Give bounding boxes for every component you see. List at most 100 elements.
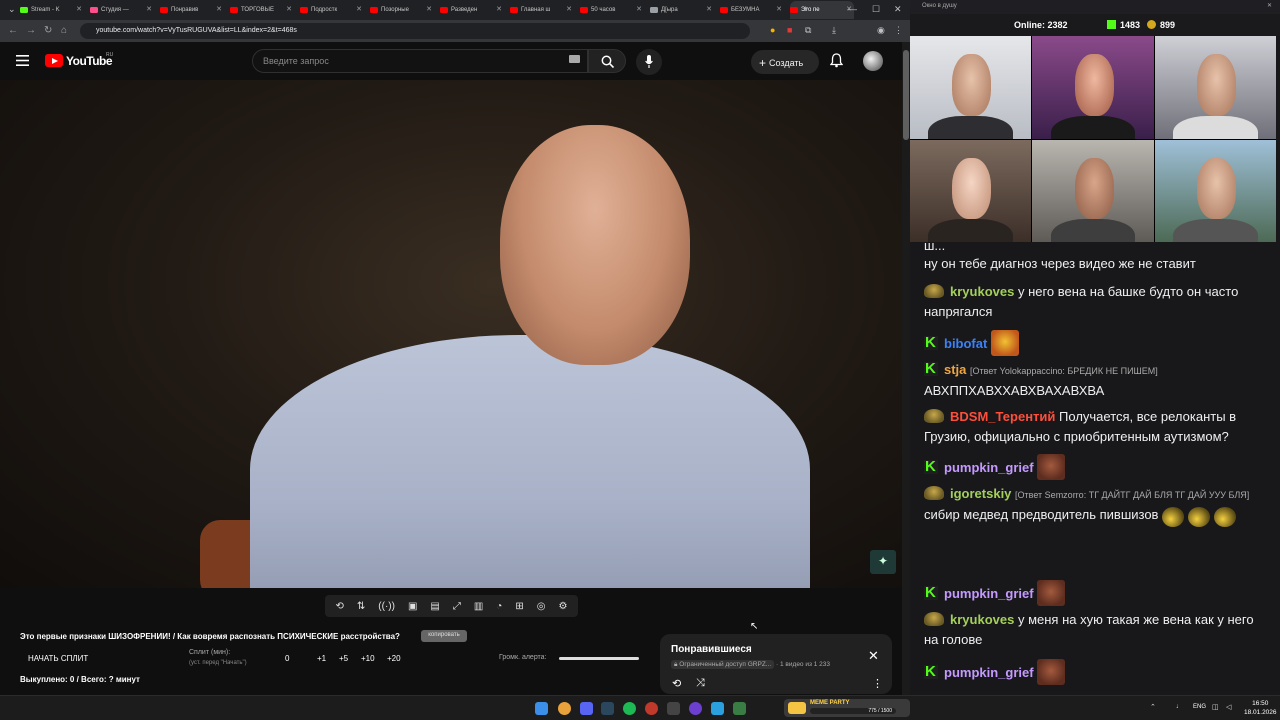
chat-reply-reference[interactable]: [Ответ Semzorro: ТГ ДАЙТГ ДАЙ БЛЯ ТГ ДАЙ… <box>1015 490 1249 500</box>
app-icon[interactable] <box>645 702 658 715</box>
chat-username[interactable]: kryukoves <box>950 284 1014 299</box>
page-scrollbar[interactable] <box>902 42 910 695</box>
chat-username[interactable]: pumpkin_grief <box>944 586 1034 601</box>
split-plus-1-button[interactable]: +1 <box>317 654 326 663</box>
forward-icon[interactable]: → <box>26 25 36 36</box>
more-options-icon[interactable]: ⋮ <box>872 677 883 690</box>
tab-close-icon[interactable]: ✕ <box>76 5 82 13</box>
browser-tab[interactable]: Позорные ✕ <box>370 1 434 19</box>
extension-icon[interactable]: ● <box>770 25 775 35</box>
home-icon[interactable]: ⌂ <box>61 25 67 36</box>
tab-close-icon[interactable]: ✕ <box>426 5 432 13</box>
start-icon[interactable] <box>535 702 548 715</box>
tab-close-icon[interactable]: ✕ <box>776 5 782 13</box>
scroll-thumb[interactable] <box>903 50 909 140</box>
maximize-icon[interactable]: ☐ <box>872 4 880 15</box>
tab-close-icon[interactable]: ✕ <box>706 5 712 13</box>
tab-close-icon[interactable]: ✕ <box>356 5 362 13</box>
video-player[interactable]: ✦ <box>0 80 902 588</box>
browser-tab[interactable]: Главная ш ✕ <box>510 1 574 19</box>
tab-close-icon[interactable]: ✕ <box>146 5 152 13</box>
volume-icon[interactable]: ◁ <box>1226 703 1231 711</box>
obs-icon[interactable] <box>667 702 680 715</box>
keyboard-icon[interactable] <box>569 55 580 63</box>
browser-tab[interactable]: Студия — ✕ <box>90 1 154 19</box>
preview-icon[interactable]: ▣ <box>408 601 417 612</box>
chat-username[interactable]: pumpkin_grief <box>944 460 1034 475</box>
youtube-logo-icon[interactable] <box>45 54 63 67</box>
broadcast-icon[interactable]: ((·)) <box>378 601 395 612</box>
overlay-close-icon[interactable]: ✕ <box>1267 2 1272 9</box>
chat-username[interactable]: bibofat <box>944 336 987 351</box>
back-icon[interactable]: ← <box>8 25 18 36</box>
tab-close-icon[interactable]: ✕ <box>566 5 572 13</box>
chat-username[interactable]: igoretskiy <box>950 486 1011 501</box>
extensions-icon[interactable]: ⧉ <box>805 25 811 36</box>
meme-party-widget[interactable]: MEME PARTY 775 / 1500 <box>784 699 910 717</box>
discord-icon[interactable] <box>580 702 593 715</box>
bell-icon[interactable] <box>830 53 843 68</box>
screenshot-icon[interactable]: ◎ <box>537 601 546 612</box>
browser-tab[interactable]: Stream - K ✕ <box>20 1 84 19</box>
clock[interactable]: 16:50 18.01.2026 <box>1244 699 1277 717</box>
profile-icon[interactable]: ◉ <box>877 25 885 36</box>
browser-tab[interactable]: Разведен ✕ <box>440 1 504 19</box>
reload-icon[interactable]: ↻ <box>44 25 52 36</box>
steam-icon[interactable] <box>601 702 614 715</box>
tab-search-icon[interactable]: ⌄ <box>8 4 16 15</box>
tray-chevron-icon[interactable]: ⌃ <box>1150 703 1156 711</box>
loop-icon[interactable]: ⟲ <box>336 601 344 612</box>
files-icon[interactable] <box>733 702 746 715</box>
speed-icon[interactable]: ◔ <box>496 601 502 612</box>
chat-username[interactable]: kryukoves <box>950 612 1014 627</box>
menu-icon[interactable] <box>16 55 29 66</box>
tab-close-icon[interactable]: ✕ <box>216 5 222 13</box>
clapper-icon[interactable]: ▤ <box>430 601 439 612</box>
playlist-title[interactable]: Понравившиеся <box>671 644 752 655</box>
chat-username[interactable]: BDSM_Терентий <box>950 409 1055 424</box>
alert-volume-slider[interactable] <box>559 657 639 660</box>
network-icon[interactable]: ◫ <box>1212 703 1219 711</box>
media-icon[interactable] <box>689 702 702 715</box>
playlist-loop-icon[interactable]: ⟲ <box>672 677 681 690</box>
sort-icon[interactable]: ⇅ <box>357 601 365 612</box>
tab-close-icon[interactable]: ✕ <box>496 5 502 13</box>
chat-username[interactable]: stja <box>944 362 966 377</box>
tab-close-icon[interactable]: ✕ <box>286 5 292 13</box>
browser-tab[interactable]: Это пе ✕ <box>790 1 854 19</box>
chat-username[interactable]: pumpkin_grief <box>944 665 1034 680</box>
chrome-icon[interactable] <box>558 702 571 715</box>
voice-search-button[interactable] <box>636 49 662 75</box>
tab-close-icon[interactable]: ✕ <box>636 5 642 13</box>
split-plus-20-button[interactable]: +20 <box>387 654 401 663</box>
download-icon[interactable]: ⤓ <box>832 25 836 36</box>
resize-icon[interactable]: ⤢ <box>453 601 461 612</box>
search-button[interactable] <box>588 49 626 73</box>
film-icon[interactable]: ▥ <box>474 601 483 612</box>
browser-tab[interactable]: ТОРГОВЫЕ ✕ <box>230 1 294 19</box>
start-split-button[interactable]: НАЧАТЬ СПЛИТ <box>28 654 88 663</box>
add-frame-icon[interactable]: ⊞ <box>515 601 523 612</box>
chat-reply-reference[interactable]: [Ответ Yolokappaccino: БРЕДИК НЕ ПИШЕМ] <box>970 366 1158 376</box>
close-icon[interactable]: ✕ <box>868 648 879 664</box>
extension-badge-icon[interactable]: ■ <box>787 25 792 35</box>
browser-tab[interactable]: Подростк ✕ <box>300 1 364 19</box>
spotify-icon[interactable] <box>623 702 636 715</box>
close-window-icon[interactable]: ✕ <box>894 4 902 15</box>
gear-icon[interactable]: ⚙ <box>558 601 567 612</box>
browser-tab[interactable]: 50 часов ✕ <box>580 1 644 19</box>
mic-tray-icon[interactable]: ♩ <box>1176 703 1183 710</box>
language-indicator[interactable]: ENG <box>1193 704 1206 710</box>
browser-tab[interactable]: БЕЗУМНА ✕ <box>720 1 784 19</box>
new-tab-icon[interactable]: + <box>803 4 808 14</box>
browser-tab[interactable]: Д[ыра ✕ <box>650 1 714 19</box>
browser-menu-icon[interactable]: ⋮ <box>894 25 903 36</box>
minimize-icon[interactable]: — <box>848 4 857 14</box>
shuffle-icon[interactable]: ⤨ <box>696 677 705 690</box>
search-input[interactable]: Введите запрос <box>252 49 588 73</box>
copy-title-button[interactable]: копировать <box>421 630 467 642</box>
browser-tab[interactable]: Понравив ✕ <box>160 1 224 19</box>
create-button[interactable]: + Создать <box>751 50 819 74</box>
split-plus-5-button[interactable]: +5 <box>339 654 348 663</box>
avatar[interactable] <box>863 51 883 71</box>
